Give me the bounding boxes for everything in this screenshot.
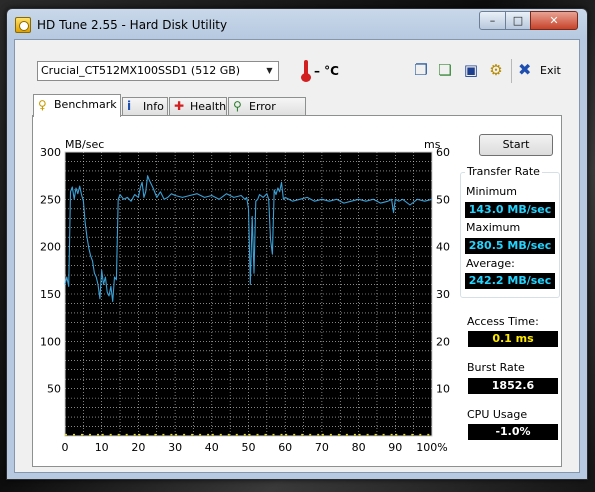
options-icon[interactable]: ⚙ bbox=[487, 61, 505, 79]
save-icon[interactable]: ▣ bbox=[462, 61, 480, 79]
app-icon bbox=[15, 17, 31, 33]
x-tick-label: 40 bbox=[205, 441, 219, 454]
y-tick-right-label: 40 bbox=[436, 241, 450, 254]
maximum-value: 280.5 MB/sec bbox=[465, 238, 555, 254]
tab-error-scan[interactable]: ⚲ Error Scan bbox=[228, 97, 306, 130]
tab-health-label: Health bbox=[190, 100, 227, 113]
copy-icon[interactable]: ❐ bbox=[412, 61, 430, 79]
x-tick-label: 10 bbox=[95, 441, 109, 454]
client-area: Crucial_CT512MX100SSD1 (512 GB) ▼ – °C ❐… bbox=[14, 39, 580, 473]
x-tick-label: 30 bbox=[168, 441, 182, 454]
average-label: Average: bbox=[466, 257, 515, 270]
title-bar[interactable]: HD Tune 2.55 - Hard Disk Utility – □ ✕ bbox=[7, 9, 587, 39]
exit-label: Exit bbox=[540, 64, 561, 77]
info-icon: i bbox=[127, 99, 132, 113]
chevron-down-icon[interactable]: ▼ bbox=[261, 62, 278, 80]
toolbar: Crucial_CT512MX100SSD1 (512 GB) ▼ – °C ❐… bbox=[15, 40, 579, 86]
burst-rate-value: 1852.6 MB/sec bbox=[468, 378, 558, 408]
y-tick-left-label: 200 bbox=[40, 241, 61, 254]
copy-screenshot-icon[interactable]: ❏ bbox=[436, 61, 454, 79]
tab-info[interactable]: i Info bbox=[122, 97, 168, 116]
cpu-usage-label: CPU Usage bbox=[467, 408, 528, 421]
close-button[interactable]: ✕ bbox=[530, 11, 578, 30]
window-title: HD Tune 2.55 - Hard Disk Utility bbox=[37, 18, 228, 32]
burst-rate-label: Burst Rate bbox=[467, 361, 525, 374]
tab-benchmark[interactable]: ♀ Benchmark bbox=[33, 94, 121, 117]
y-tick-right-label: 20 bbox=[436, 335, 450, 348]
start-button[interactable]: Start bbox=[479, 134, 553, 156]
error-scan-icon: ⚲ bbox=[233, 99, 242, 113]
tab-health[interactable]: ✚ Health bbox=[169, 97, 227, 116]
transfer-rate-chart: 300250200150100506050403020100 10 20 30 40 50… bbox=[40, 146, 450, 454]
y-tick-right-label: 30 bbox=[436, 288, 450, 301]
x-tick-label: 20 bbox=[131, 441, 145, 454]
tab-info-label: Info bbox=[143, 100, 164, 113]
y-tick-right-label: 10 bbox=[436, 383, 450, 396]
y-tick-left-label: 300 bbox=[40, 146, 61, 159]
x-tick-label: 100% bbox=[416, 441, 447, 454]
minimum-value: 143.0 MB/sec bbox=[465, 202, 555, 218]
y-tick-right-label: 50 bbox=[436, 193, 450, 206]
minimize-button[interactable]: – bbox=[479, 11, 506, 30]
health-icon: ✚ bbox=[174, 99, 185, 113]
y-tick-left-label: 100 bbox=[40, 335, 61, 348]
drive-select[interactable]: Crucial_CT512MX100SSD1 (512 GB) ▼ bbox=[37, 61, 279, 81]
x-tick-label: 70 bbox=[315, 441, 329, 454]
transfer-rate-title: Transfer Rate bbox=[465, 165, 542, 178]
transfer-rate-group: Transfer Rate Minimum 143.0 MB/sec Maxim… bbox=[460, 165, 560, 298]
x-tick-label: 0 bbox=[62, 441, 69, 454]
benchmark-panel: MB/sec ms 300 250 200 150 100 50 60 50 40 30 20 10 0… bbox=[32, 115, 562, 467]
cpu-usage-value: -1.0% bbox=[468, 424, 558, 440]
x-tick-label: 90 bbox=[388, 441, 402, 454]
access-time-label: Access Time: bbox=[467, 315, 539, 328]
drive-select-value: Crucial_CT512MX100SSD1 (512 GB) bbox=[41, 64, 241, 77]
tab-benchmark-label: Benchmark bbox=[54, 98, 117, 111]
y-tick-left-label: 150 bbox=[40, 288, 61, 301]
y-tick-left-label: 250 bbox=[40, 193, 61, 206]
toolbar-separator bbox=[511, 59, 512, 83]
minimum-label: Minimum bbox=[466, 185, 517, 198]
x-tick-label: 60 bbox=[278, 441, 292, 454]
thermometer-icon bbox=[301, 60, 311, 82]
exit-icon: ✖ bbox=[518, 60, 532, 79]
x-tick-label: 50 bbox=[242, 441, 256, 454]
average-value: 242.2 MB/sec bbox=[465, 273, 555, 289]
main-window: HD Tune 2.55 - Hard Disk Utility – □ ✕ C… bbox=[6, 8, 588, 480]
temperature-readout: – °C bbox=[314, 64, 339, 78]
benchmark-icon: ♀ bbox=[38, 98, 47, 112]
y-tick-left-label: 50 bbox=[47, 383, 61, 396]
access-time-value: 0.1 ms bbox=[468, 331, 558, 347]
x-tick-label: 80 bbox=[352, 441, 366, 454]
maximum-label: Maximum bbox=[466, 221, 521, 234]
y-tick-right-label: 60 bbox=[436, 146, 450, 159]
maximize-button[interactable]: □ bbox=[505, 11, 531, 30]
